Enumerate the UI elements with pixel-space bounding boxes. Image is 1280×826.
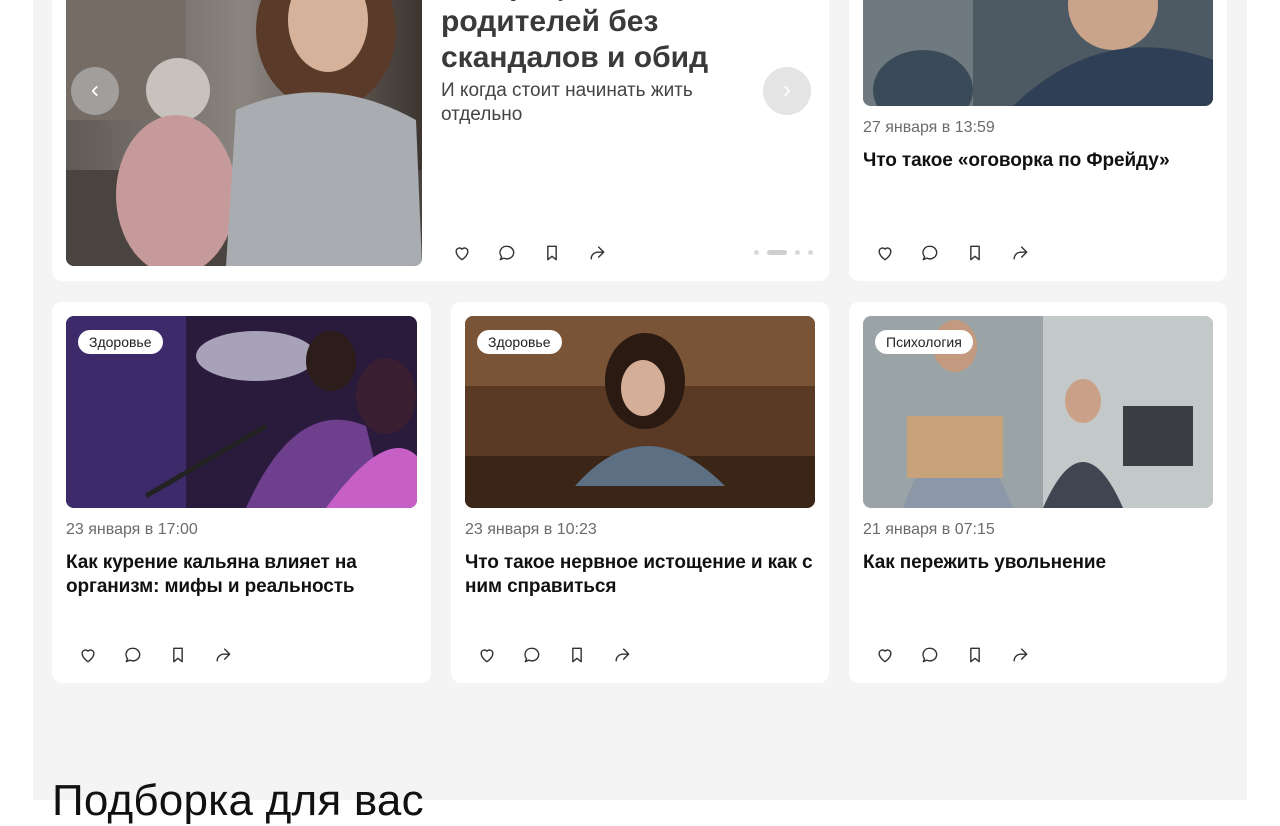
article-photo: Здоровье	[465, 316, 815, 508]
category-badge[interactable]: Здоровье	[78, 330, 163, 354]
article-title[interactable]: Что такое «оговорка по Фрейду»	[863, 149, 1213, 173]
comment-icon	[922, 647, 938, 663]
article-card[interactable]: 27 января в 13:59 Что такое «оговорка по…	[849, 0, 1227, 281]
article-date: 23 января в 10:23	[465, 521, 597, 538]
comment-button[interactable]	[497, 239, 542, 267]
article-actions	[477, 641, 657, 669]
heart-icon	[878, 649, 892, 663]
bookmark-button[interactable]	[542, 239, 587, 267]
share-icon	[1013, 648, 1028, 662]
share-icon	[1013, 246, 1028, 260]
hero-card[interactable]: сепарацию от родителей без скандалов и о…	[52, 0, 829, 281]
bookmark-icon	[173, 647, 183, 663]
article-actions	[875, 641, 1055, 669]
share-icon	[590, 246, 605, 260]
like-button[interactable]	[452, 239, 497, 267]
hero-photo	[66, 0, 422, 266]
article-date: 23 января в 17:00	[66, 521, 198, 538]
carousel-dot[interactable]	[795, 250, 800, 255]
carousel-dots	[754, 250, 813, 255]
hero-title[interactable]: сепарацию от родителей без скандалов и о…	[441, 0, 741, 76]
hero-subtitle: И когда стоит начинать жить отдельно	[441, 80, 693, 125]
heart-icon	[455, 247, 469, 261]
bookmark-button[interactable]	[965, 641, 1010, 669]
article-title[interactable]: Что такое нервное истощение и как с ним …	[465, 551, 815, 599]
carousel-dot[interactable]	[808, 250, 813, 255]
like-button[interactable]	[78, 641, 123, 669]
bookmark-icon	[547, 245, 557, 261]
bookmark-button[interactable]	[965, 239, 1010, 267]
carousel-prev-button[interactable]	[71, 67, 119, 115]
like-button[interactable]	[477, 641, 522, 669]
article-card[interactable]: Здоровье 23 января в 10:23 Что такое нер…	[451, 302, 829, 683]
share-icon	[216, 648, 231, 662]
chevron-left-icon	[91, 86, 98, 96]
comment-button[interactable]	[920, 641, 965, 669]
article-date: 27 января в 13:59	[863, 119, 995, 136]
like-button[interactable]	[875, 239, 920, 267]
comment-icon	[499, 245, 515, 261]
article-photo: Здоровье	[66, 316, 417, 508]
bookmark-icon	[970, 647, 980, 663]
comment-icon	[922, 245, 938, 261]
article-title[interactable]: Как пережить увольнение	[863, 551, 1213, 575]
carousel-dot[interactable]	[754, 250, 759, 255]
share-button[interactable]	[1010, 641, 1055, 669]
heart-icon	[480, 649, 494, 663]
like-button[interactable]	[875, 641, 920, 669]
bookmark-icon	[572, 647, 582, 663]
share-button[interactable]	[213, 641, 258, 669]
comment-button[interactable]	[522, 641, 567, 669]
heart-icon	[81, 649, 95, 663]
article-actions	[875, 239, 1055, 267]
share-button[interactable]	[1010, 239, 1055, 267]
bookmark-button[interactable]	[567, 641, 612, 669]
comment-icon	[524, 647, 540, 663]
article-title[interactable]: Как курение кальяна влияет на организм: …	[66, 551, 406, 599]
hero-actions	[452, 239, 632, 267]
comment-button[interactable]	[920, 239, 965, 267]
article-card[interactable]: Психология 21 января в 07:15 Как пережит…	[849, 302, 1227, 683]
category-badge[interactable]: Здоровье	[477, 330, 562, 354]
carousel-next-button[interactable]	[763, 67, 811, 115]
article-photo	[863, 0, 1213, 106]
share-button[interactable]	[587, 239, 632, 267]
share-button[interactable]	[612, 641, 657, 669]
heart-icon	[878, 247, 892, 261]
section-heading: Подборка для вас	[52, 776, 424, 825]
carousel-dot-active[interactable]	[767, 250, 787, 255]
article-photo: Психология	[863, 316, 1213, 508]
category-badge[interactable]: Психология	[875, 330, 973, 354]
article-card[interactable]: Здоровье 23 января в 17:00 Как курение к…	[52, 302, 431, 683]
chevron-right-icon	[784, 86, 791, 96]
bookmark-button[interactable]	[168, 641, 213, 669]
comment-button[interactable]	[123, 641, 168, 669]
share-icon	[615, 648, 630, 662]
article-actions	[78, 641, 258, 669]
bookmark-icon	[970, 245, 980, 261]
comment-icon	[125, 647, 141, 663]
article-date: 21 января в 07:15	[863, 521, 995, 538]
